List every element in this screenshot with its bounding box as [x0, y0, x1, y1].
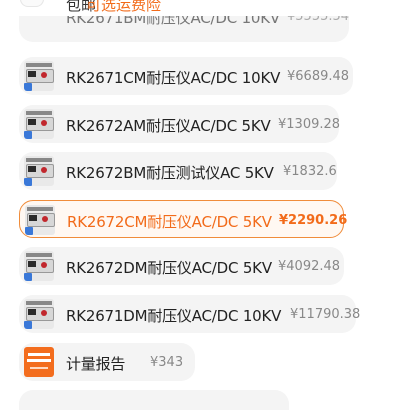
sku-option-rk2671dm[interactable]: RK2671DM耐压仪AC/DC 10KV ¥11790.38	[19, 295, 360, 333]
product-thumbnail	[24, 109, 54, 139]
sku-option-price: ¥343	[150, 355, 184, 370]
sku-option-price: ¥4092.48	[278, 259, 341, 274]
report-thumbnail	[24, 347, 54, 377]
sku-option-name: RK2672AM耐压仪AC/DC 5KV	[66, 117, 271, 135]
sku-option-name: RK2671DM耐压仪AC/DC 10KV	[66, 307, 282, 325]
sku-option-price: ¥2290.26	[279, 213, 348, 228]
sku-option-price: ¥1309.28	[278, 117, 341, 132]
sku-option-rk2672bm[interactable]: RK2672BM耐压测试仪AC 5KV ¥1832.6	[19, 152, 337, 190]
zoom-icon	[24, 273, 32, 281]
sku-option-next[interactable]	[19, 390, 289, 410]
sku-option-price: ¥6689.48	[287, 69, 350, 84]
product-thumbnail	[24, 251, 54, 281]
sku-option-price: ¥5555.54	[287, 16, 349, 24]
zoom-icon	[24, 178, 32, 186]
product-thumbnail	[25, 205, 55, 235]
zoom-icon	[24, 83, 32, 91]
product-thumbnail	[24, 299, 54, 329]
sku-option-rk2672dm[interactable]: RK2672DM耐压仪AC/DC 5KV ¥4092.48	[19, 247, 344, 285]
sku-option-rk2672am[interactable]: RK2672AM耐压仪AC/DC 5KV ¥1309.28	[19, 105, 341, 143]
sku-option-name: 计量报告	[66, 355, 126, 373]
sku-option-price: ¥1832.6	[283, 164, 337, 179]
sku-option-name: RK2672BM耐压测试仪AC 5KV	[66, 164, 274, 182]
insurance-label[interactable]: 可选运费险	[86, 0, 161, 15]
sku-option-name: RK2671BM耐压仪AC/DC 10KV	[66, 16, 280, 27]
sku-option-rk2671cm[interactable]: RK2671CM耐压仪AC/DC 10KV ¥6689.48	[19, 57, 353, 95]
sku-option-price: ¥11790.38	[290, 307, 361, 322]
zoom-icon	[25, 227, 33, 235]
shop-badge	[20, 0, 44, 7]
sku-option-calibration-report[interactable]: 计量报告 ¥343	[19, 343, 195, 381]
sku-option-rk2671bm[interactable]: RK2671BM耐压仪AC/DC 10KV ¥5555.54	[19, 16, 349, 42]
sku-option-name: RK2671CM耐压仪AC/DC 10KV	[66, 69, 281, 87]
sku-option-rk2672cm[interactable]: RK2672CM耐压仪AC/DC 5KV ¥2290.26	[19, 200, 348, 238]
sku-option-name: RK2672DM耐压仪AC/DC 5KV	[66, 259, 272, 277]
zoom-icon	[24, 321, 32, 329]
product-thumbnail	[24, 61, 54, 91]
sku-option-name: RK2672CM耐压仪AC/DC 5KV	[67, 213, 272, 231]
product-thumbnail	[24, 156, 54, 186]
zoom-icon	[24, 131, 32, 139]
